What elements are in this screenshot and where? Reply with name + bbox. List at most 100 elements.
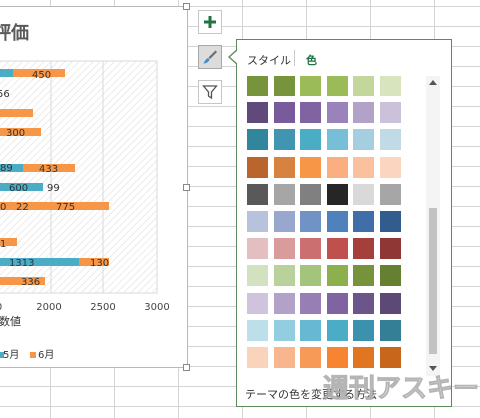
palette-row[interactable] — [247, 347, 406, 368]
x-axis-ticks: 0 2000 2500 3000 — [0, 302, 170, 313]
chart-area[interactable]: 評価 450 56 300 89 433 600 99 0 22 775 11313 130 336 0… — [0, 6, 188, 368]
color-swatch — [247, 292, 268, 314]
color-swatch — [273, 102, 295, 124]
palette-row[interactable] — [247, 129, 406, 151]
color-swatch — [326, 156, 348, 178]
tab-separator — [294, 50, 295, 66]
color-swatch — [273, 76, 295, 96]
color-swatch — [300, 238, 321, 260]
color-swatch — [326, 211, 348, 232]
bar — [0, 109, 33, 117]
color-swatch — [379, 319, 401, 341]
color-swatch — [247, 156, 268, 178]
legend-label-june: 6月 — [38, 349, 54, 361]
color-swatch — [379, 292, 401, 314]
color-swatch — [273, 211, 295, 232]
palette-row[interactable] — [247, 319, 406, 341]
tab-style[interactable]: スタイル — [247, 52, 291, 68]
data-label: 336 — [21, 277, 40, 288]
arrow-up-icon — [429, 80, 437, 85]
chart-filters-button[interactable] — [198, 80, 222, 104]
color-swatch — [247, 238, 268, 260]
color-swatch — [353, 265, 374, 287]
color-swatch — [247, 211, 268, 232]
chart-styles-flyout: スタイル 色 テーマの色を変更する方法 — [236, 39, 452, 407]
color-swatch — [247, 129, 268, 151]
palette-row[interactable] — [247, 211, 406, 232]
color-swatch — [273, 347, 295, 368]
color-swatch — [379, 129, 401, 151]
palette-row[interactable] — [247, 102, 406, 124]
color-swatch — [247, 76, 268, 96]
color-swatch — [379, 347, 401, 368]
color-swatch — [326, 347, 348, 368]
color-swatch — [247, 102, 268, 124]
data-label: 22 — [16, 202, 29, 213]
color-swatch — [247, 183, 268, 205]
palette-row[interactable] — [247, 292, 406, 314]
x-tick-label: 2500 — [90, 302, 115, 313]
color-swatch — [353, 292, 374, 314]
x-tick-label: 2000 — [36, 302, 61, 313]
flyout-pointer-inner — [230, 50, 238, 64]
scrollbar-thumb[interactable] — [429, 208, 437, 354]
palette-row[interactable] — [247, 156, 406, 178]
color-swatch — [379, 102, 401, 124]
palette-row[interactable] — [247, 76, 406, 96]
color-swatch — [273, 319, 295, 341]
data-label: 1313 — [9, 258, 34, 269]
data-label: 89 — [0, 163, 13, 174]
color-swatch — [353, 319, 374, 341]
data-label: 56 — [0, 89, 10, 100]
color-swatch — [300, 129, 321, 151]
color-swatch — [326, 292, 348, 314]
color-swatch — [379, 238, 401, 260]
color-swatch — [353, 183, 374, 205]
brush-icon — [203, 50, 217, 64]
color-swatch — [273, 129, 295, 151]
axis-title: 数値 — [0, 315, 21, 328]
palette-row[interactable] — [247, 183, 406, 205]
chart-elements-button[interactable] — [198, 10, 222, 34]
resize-handle-top-right[interactable] — [183, 3, 190, 10]
chart-plot: 評価 450 56 300 89 433 600 99 0 22 775 11313 130 336 0… — [0, 22, 170, 361]
color-swatch — [300, 76, 321, 96]
color-swatch — [326, 102, 348, 124]
data-label: 600 — [9, 183, 28, 194]
data-label: 130 — [90, 258, 109, 269]
color-swatch — [247, 347, 268, 368]
chart-title: 評価 — [0, 22, 29, 44]
color-swatch — [300, 156, 321, 178]
palette-row[interactable] — [247, 265, 406, 287]
bar — [0, 69, 13, 77]
color-swatch — [300, 183, 321, 205]
palette-row[interactable] — [247, 238, 406, 260]
color-swatch — [353, 347, 374, 368]
color-swatch — [300, 211, 321, 232]
data-label: 99 — [47, 183, 60, 194]
color-swatch — [300, 102, 321, 124]
resize-handle-bottom-right[interactable] — [183, 364, 190, 371]
data-label: 433 — [39, 164, 58, 175]
color-swatch — [379, 265, 401, 287]
tab-color[interactable]: 色 — [306, 52, 317, 68]
legend-swatch-june — [30, 352, 36, 358]
vertical-scrollbar[interactable] — [426, 76, 440, 376]
data-label: 775 — [56, 202, 75, 213]
resize-handle-right[interactable] — [183, 184, 190, 191]
color-swatch — [247, 319, 268, 341]
color-swatch — [353, 238, 374, 260]
color-swatch — [326, 265, 348, 287]
color-palette-list — [247, 76, 423, 378]
color-swatch — [326, 129, 348, 151]
color-swatch — [353, 156, 374, 178]
color-swatch — [379, 76, 401, 96]
color-swatch — [273, 238, 295, 260]
color-swatch — [379, 156, 401, 178]
chart-styles-button[interactable] — [198, 45, 222, 69]
legend-label-may: 5月 — [3, 349, 19, 361]
scroll-up-button[interactable] — [427, 76, 439, 88]
watermark-logo: 週刊アスキー — [322, 374, 480, 405]
filter-icon — [202, 85, 218, 100]
color-swatch — [326, 319, 348, 341]
